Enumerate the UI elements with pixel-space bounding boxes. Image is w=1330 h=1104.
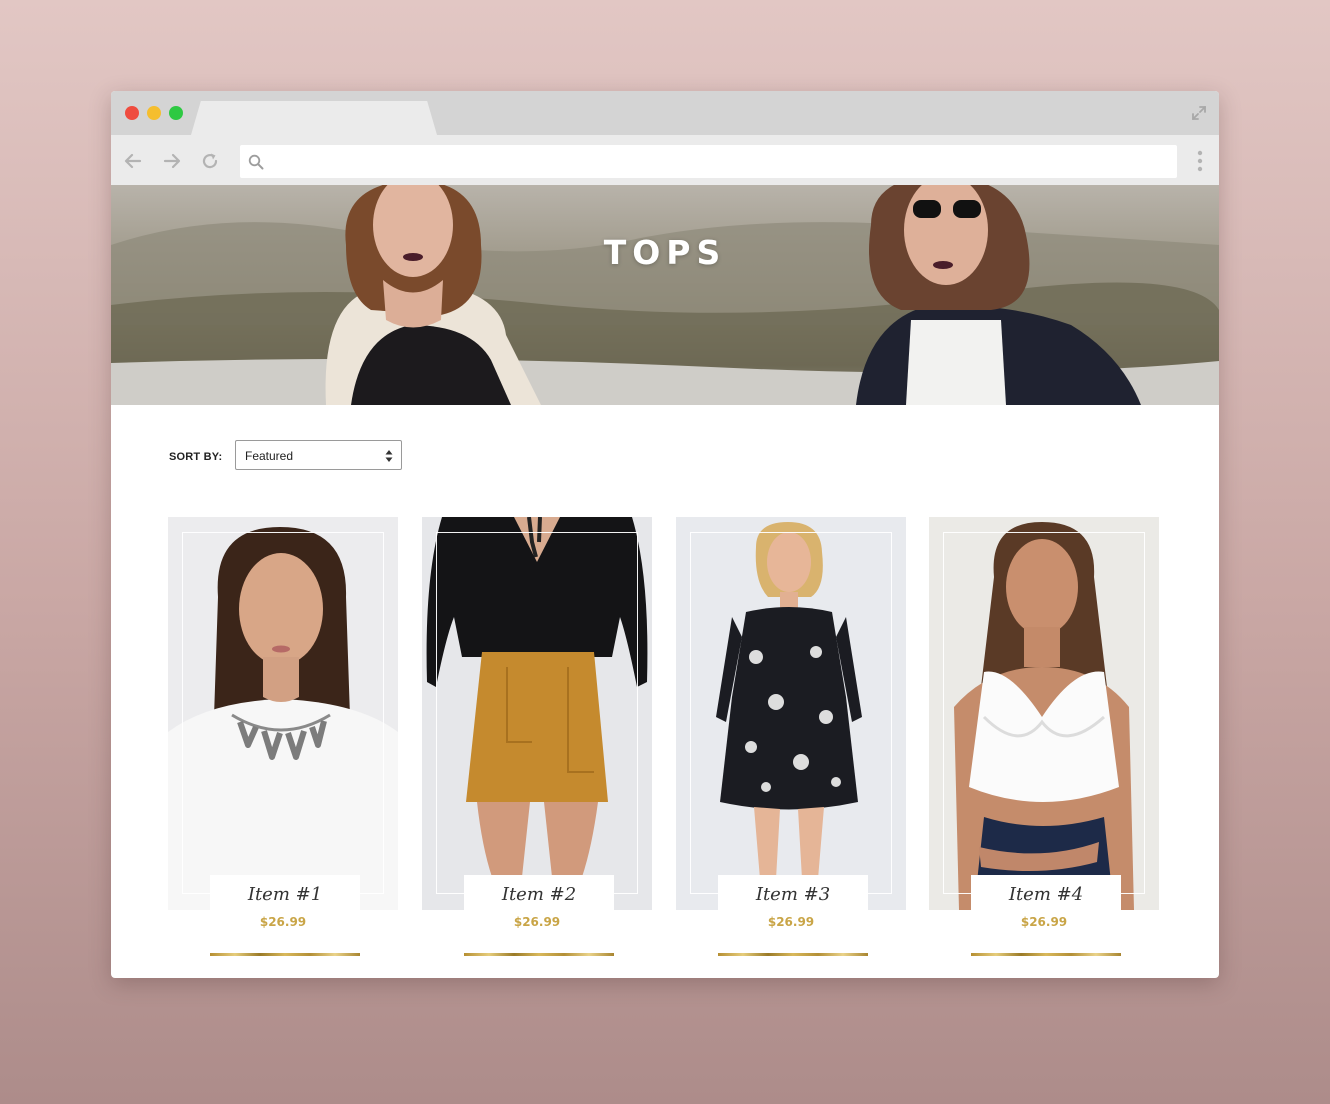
tab-bar	[111, 91, 1219, 135]
product-name[interactable]: Item #2	[464, 884, 614, 905]
close-window-button[interactable]	[125, 106, 139, 120]
expand-icon[interactable]	[1191, 105, 1207, 121]
product-name[interactable]: Item #3	[718, 884, 868, 905]
product-name-box: Item #1	[210, 875, 360, 911]
gold-divider	[464, 953, 614, 956]
address-input[interactable]	[270, 145, 1170, 178]
search-icon	[248, 154, 264, 170]
product-name[interactable]: Item #1	[210, 884, 360, 905]
product-name-box: Item #4	[971, 875, 1121, 911]
hero-image	[111, 185, 1219, 405]
more-menu-icon[interactable]	[1197, 150, 1203, 172]
product-price: $26.99	[513, 915, 561, 929]
gold-divider	[718, 953, 868, 956]
product-name-box: Item #3	[718, 875, 868, 911]
hero-banner: TOPS	[111, 185, 1219, 405]
product-price: $26.99	[767, 915, 815, 929]
reload-icon[interactable]	[200, 151, 220, 171]
product-card[interactable]: Item #2 $26.99	[422, 517, 652, 957]
sort-label: SORT BY:	[169, 451, 223, 463]
browser-tab[interactable]	[191, 101, 437, 135]
address-bar[interactable]	[240, 145, 1177, 178]
product-image[interactable]	[168, 517, 398, 910]
browser-toolbar	[111, 135, 1219, 185]
product-image[interactable]	[929, 517, 1159, 910]
product-name-box: Item #2	[464, 875, 614, 911]
product-card[interactable]: Item #1 $26.99	[168, 517, 398, 957]
gold-divider	[971, 953, 1121, 956]
minimize-window-button[interactable]	[147, 106, 161, 120]
product-image[interactable]	[676, 517, 906, 910]
select-arrows-icon	[385, 450, 393, 462]
forward-arrow-icon[interactable]	[162, 151, 182, 171]
maximize-window-button[interactable]	[169, 106, 183, 120]
product-name[interactable]: Item #4	[971, 884, 1121, 905]
product-image[interactable]	[422, 517, 652, 910]
product-card[interactable]: Item #4 $26.99	[929, 517, 1159, 957]
sort-selected-value: Featured	[245, 449, 294, 463]
back-arrow-icon[interactable]	[123, 151, 143, 171]
gold-divider	[210, 953, 360, 956]
page-title: TOPS	[603, 233, 727, 272]
product-card[interactable]: Item #3 $26.99	[676, 517, 906, 957]
product-price: $26.99	[259, 915, 307, 929]
sort-dropdown[interactable]: Featured	[235, 440, 402, 470]
product-price: $26.99	[1020, 915, 1068, 929]
browser-window: TOPS SORT BY: Featured Item #1 $26.99 It…	[111, 91, 1219, 978]
